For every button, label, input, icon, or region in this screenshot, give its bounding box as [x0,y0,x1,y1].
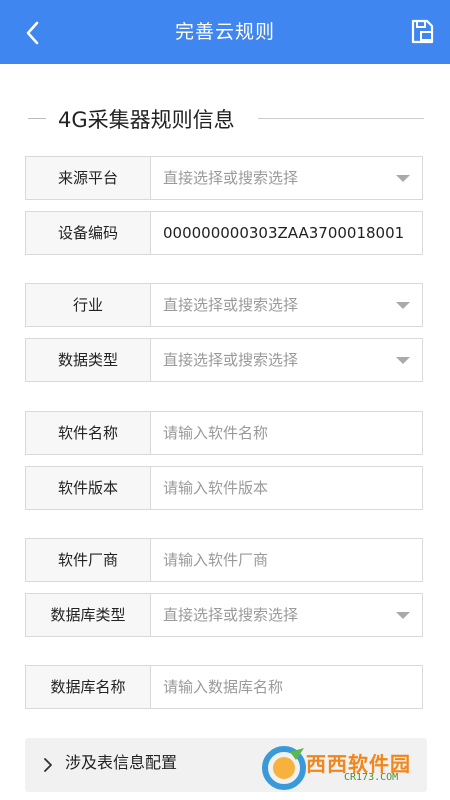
heading-divider-right [258,118,424,119]
app-header: 完善云规则 [0,0,450,64]
data-type-placeholder: 直接选择或搜索选择 [163,351,299,369]
field-label: 来源平台 [26,157,151,199]
field-label: 设备编码 [26,212,151,254]
database-name-placeholder: 请输入数据库名称 [163,678,284,696]
database-type-placeholder: 直接选择或搜索选择 [163,606,299,624]
software-vendor-placeholder: 请输入软件厂商 [163,551,269,569]
section-heading: 4G采集器规则信息 [0,100,450,136]
dropdown-caret-icon [396,357,410,364]
save-icon[interactable] [408,18,436,46]
field-label: 数据类型 [26,339,151,381]
software-version-placeholder: 请输入软件版本 [163,479,269,497]
section-title-text: 4G采集器规则信息 [58,108,235,132]
field-label: 软件名称 [26,412,151,454]
field-label: 数据库名称 [26,666,151,708]
field-label: 数据库类型 [26,594,151,636]
watermark: 西西软件园 CR173.COM [258,742,433,794]
page-title: 完善云规则 [174,21,275,43]
watermark-logo-icon [262,746,306,790]
dropdown-caret-icon [396,302,410,309]
device-code-field[interactable]: 设备编码 000000000303ZAA3700018001 [25,211,423,255]
database-type-select[interactable]: 数据库类型 直接选择或搜索选择 [25,593,423,637]
software-name-input[interactable]: 软件名称 请输入软件名称 [25,411,423,455]
dropdown-caret-icon [396,175,410,182]
dropdown-caret-icon [396,612,410,619]
software-name-placeholder: 请输入软件名称 [163,424,269,442]
field-label: 行业 [26,284,151,326]
field-label: 软件厂商 [26,539,151,581]
data-type-select[interactable]: 数据类型 直接选择或搜索选择 [25,338,423,382]
software-vendor-input[interactable]: 软件厂商 请输入软件厂商 [25,538,423,582]
source-platform-select[interactable]: 来源平台 直接选择或搜索选择 [25,156,423,200]
watermark-url: CR173.COM [344,772,399,783]
source-platform-placeholder: 直接选择或搜索选择 [163,169,299,187]
software-version-input[interactable]: 软件版本 请输入软件版本 [25,466,423,510]
config-label: 涉及表信息配置 [65,753,178,772]
industry-placeholder: 直接选择或搜索选择 [163,296,299,314]
field-label: 软件版本 [26,467,151,509]
chevron-right-icon [44,758,52,772]
heading-divider-left [28,118,46,119]
database-name-input[interactable]: 数据库名称 请输入数据库名称 [25,665,423,709]
device-code-value: 000000000303ZAA3700018001 [163,224,405,242]
industry-select[interactable]: 行业 直接选择或搜索选择 [25,283,423,327]
